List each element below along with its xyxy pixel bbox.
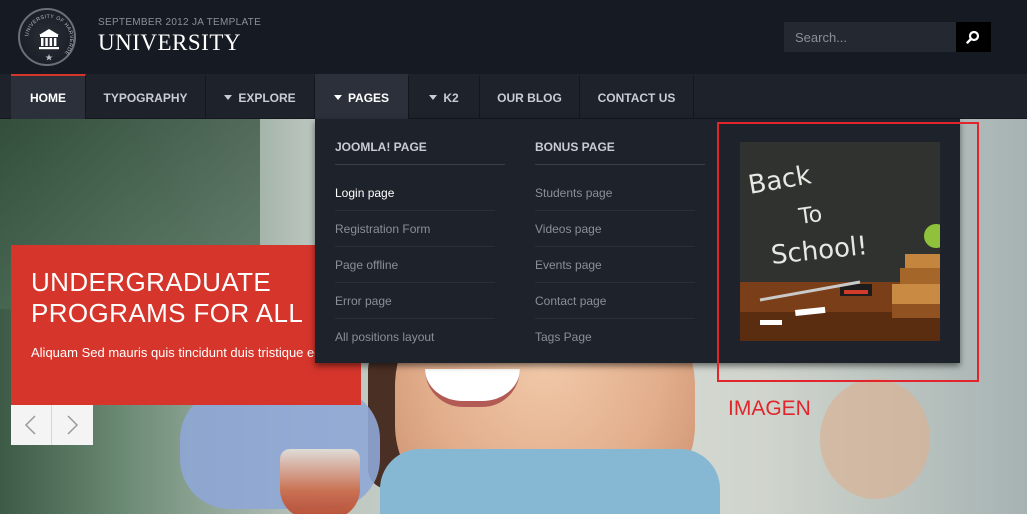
search-input[interactable] bbox=[784, 22, 956, 52]
nav-label: TYPOGRAPHY bbox=[103, 90, 188, 105]
menu-item-students-page[interactable]: Students page bbox=[535, 175, 695, 211]
slide-caption: UNDERGRADUATE PROGRAMS FOR ALL Aliquam S… bbox=[11, 245, 361, 405]
chevron-right-icon bbox=[67, 415, 79, 435]
site-title[interactable]: UNIVERSITY bbox=[98, 30, 241, 56]
nav-item-k2[interactable]: K2 bbox=[409, 74, 480, 119]
hero-background-child bbox=[820, 379, 930, 499]
nav-label: PAGES bbox=[347, 90, 390, 105]
main-nav: HOME TYPOGRAPHY EXPLORE PAGES K2 OUR BLO… bbox=[0, 74, 1027, 119]
menu-item-contact-page[interactable]: Contact page bbox=[535, 283, 695, 319]
slide-next-button[interactable] bbox=[52, 405, 93, 445]
menu-item-all-positions-layout[interactable]: All positions layout bbox=[335, 319, 495, 355]
menu-item-tags-page[interactable]: Tags Page bbox=[535, 319, 695, 355]
mega-menu-heading: BONUS PAGE bbox=[535, 140, 705, 165]
menu-item-events-page[interactable]: Events page bbox=[535, 247, 695, 283]
nav-label: CONTACT US bbox=[597, 90, 676, 105]
nav-item-home[interactable]: HOME bbox=[11, 74, 86, 119]
nav-item-contact-us[interactable]: CONTACT US bbox=[580, 74, 694, 119]
annotation-label: IMAGEN bbox=[728, 397, 811, 420]
nav-label: HOME bbox=[30, 90, 66, 105]
nav-label: OUR BLOG bbox=[497, 90, 562, 105]
menu-item-registration-form[interactable]: Registration Form bbox=[335, 211, 495, 247]
slide-title: UNDERGRADUATE PROGRAMS FOR ALL bbox=[31, 267, 304, 328]
nav-item-our-blog[interactable]: OUR BLOG bbox=[480, 74, 580, 119]
slide-text: Aliquam Sed mauris quis tincidunt duis t… bbox=[31, 343, 361, 363]
caret-down-icon bbox=[429, 95, 438, 100]
menu-item-error-page[interactable]: Error page bbox=[335, 283, 495, 319]
chevron-left-icon bbox=[24, 415, 36, 435]
menu-item-page-offline[interactable]: Page offline bbox=[335, 247, 495, 283]
menu-item-login-page[interactable]: Login page bbox=[335, 175, 495, 211]
site-tagline: SEPTEMBER 2012 JA TEMPLATE bbox=[98, 17, 262, 28]
search-button[interactable] bbox=[956, 22, 991, 52]
search-icon bbox=[966, 30, 980, 44]
hero-student-shirt bbox=[380, 449, 720, 514]
mega-menu-list: Students page Videos page Events page Co… bbox=[535, 175, 695, 355]
mega-menu-heading: JOOMLA! PAGE bbox=[335, 140, 505, 165]
mega-menu-list: Login page Registration Form Page offlin… bbox=[335, 175, 495, 355]
nav-item-typography[interactable]: TYPOGRAPHY bbox=[86, 74, 206, 119]
slide-text-body: Aliquam Sed mauris quis tincidunt duis t… bbox=[31, 345, 361, 360]
nav-label: EXPLORE bbox=[238, 90, 296, 105]
university-building-icon: UNIVERSITY OF HARVERDE bbox=[24, 14, 74, 61]
slide-prev-button[interactable] bbox=[11, 405, 52, 445]
nav-item-pages[interactable]: PAGES bbox=[315, 74, 409, 119]
hero-flask bbox=[280, 449, 360, 514]
site-logo[interactable]: UNIVERSITY OF HARVERDE bbox=[18, 8, 76, 66]
nav-label: K2 bbox=[443, 90, 459, 105]
caret-down-icon bbox=[224, 95, 233, 100]
caret-down-icon bbox=[333, 95, 342, 100]
nav-item-explore[interactable]: EXPLORE bbox=[206, 74, 315, 119]
annotation-highlight-box bbox=[717, 122, 979, 382]
site-header: UNIVERSITY OF HARVERDE SEPTEMBER 2012 JA… bbox=[0, 0, 1027, 74]
menu-item-videos-page[interactable]: Videos page bbox=[535, 211, 695, 247]
